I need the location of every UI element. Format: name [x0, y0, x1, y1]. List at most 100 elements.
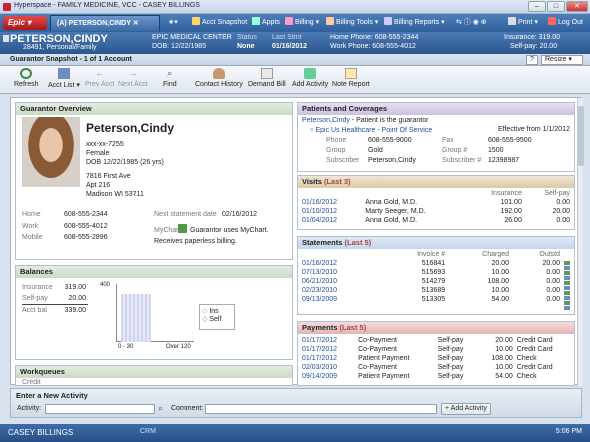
statement-date[interactable]: 06/21/2010 — [300, 277, 381, 286]
billing-reports-button[interactable]: Billing Reports ▾ — [384, 17, 445, 29]
payment-date[interactable]: 01/17/2012 — [300, 336, 356, 345]
statement-date[interactable]: 09/13/2009 — [300, 295, 381, 304]
coverage-effective: Effective from 1/1/2012 — [498, 126, 570, 133]
status-crm[interactable]: CRM — [140, 428, 156, 435]
statement-date[interactable]: 01/16/2012 — [300, 259, 381, 268]
table-row[interactable]: 01/17/2012 Co-Payment Self-pay 10.00 Credit … — [300, 345, 572, 354]
table-row[interactable]: 09/14/2009 Patient Payment Self-pay 54.00 Ch… — [300, 372, 572, 381]
statement-outstanding: 0.00 — [546, 296, 560, 303]
aging-chart — [116, 284, 194, 342]
billing-button[interactable]: Billing ▾ — [285, 17, 319, 29]
acct-snapshot-button[interactable]: Acct Snapshot — [192, 17, 247, 29]
close-button[interactable]: ✕ — [566, 1, 588, 12]
payment-amount: 54.00 — [495, 373, 513, 380]
address-line1: 7816 First Ave — [86, 173, 131, 180]
visit-date[interactable]: 01/04/2012 — [300, 216, 363, 225]
table-row[interactable]: 09/13/2009 513305 54.00 0.00 — [300, 295, 562, 304]
comment-input[interactable] — [205, 404, 437, 414]
coverage-plan-link[interactable]: Epic Us Healthcare - Point Of Service — [315, 127, 432, 134]
coverages-panel: Patients and Coverages Peterson,Cindy - … — [297, 102, 575, 172]
payment-date[interactable]: 02/03/2010 — [300, 363, 356, 372]
appts-button[interactable]: Appts — [252, 17, 280, 29]
coverage-patient-link[interactable]: Peterson,Cindy — [302, 117, 350, 124]
snapshot-content: Guarantor Overview Peterson,Cindy xxx-xx… — [10, 97, 584, 386]
demand-bill-button[interactable]: Demand Bill — [248, 68, 286, 88]
next-acct-button[interactable]: → Next Acct — [118, 68, 148, 88]
table-row[interactable]: 02/03/2010 Co-Payment Self-pay 10.00 Credit … — [300, 363, 572, 372]
payment-date[interactable]: 01/17/2012 — [300, 354, 356, 363]
payment-date[interactable]: 09/14/2009 — [300, 372, 356, 381]
expand-icon[interactable]: ▿ — [310, 127, 314, 134]
statement-charged: 54.00 — [491, 296, 509, 303]
table-row[interactable]: 01/17/2012 Co-Payment Self-pay 20.00 Credit … — [300, 336, 572, 345]
activity-input[interactable] — [45, 404, 155, 414]
note-report-button[interactable]: Note Report — [332, 68, 370, 88]
payment-date[interactable]: 01/17/2012 — [300, 345, 356, 354]
plus-icon: + — [445, 405, 450, 412]
group-label: Group — [326, 147, 346, 154]
insurance-balance-value: 319.00 — [64, 284, 86, 291]
statement-charged: 20.00 — [491, 260, 509, 267]
guarantor-overview-header: Guarantor Overview — [16, 103, 292, 115]
table-row[interactable]: 07/13/2010 515693 10.00 0.00 — [300, 268, 562, 277]
acct-list-button[interactable]: Acct List ▾ — [48, 68, 80, 89]
legend-self: ◇ Self — [202, 315, 232, 323]
guarantor-dob: DOB 12/22/1985 (26 yrs) — [86, 159, 164, 166]
address-line3: Madison WI 53711 — [86, 191, 144, 198]
visit-insurance: 101.00 — [500, 199, 522, 206]
refresh-button[interactable]: Refresh — [14, 68, 39, 88]
maximize-button[interactable]: □ — [547, 1, 565, 12]
epic-menu-button[interactable]: Epic ▾ — [3, 16, 47, 30]
billing-tools-button[interactable]: Billing Tools ▾ — [326, 17, 378, 29]
group-number-label: Group # — [442, 147, 468, 154]
visit-date[interactable]: 01/10/2012 — [300, 207, 363, 216]
statement-date[interactable]: 02/23/2010 — [300, 286, 381, 295]
statements-header-row: Invoice # Charged Outstd — [300, 250, 562, 259]
patient-tab[interactable]: (A) PETERSON,CINDY ✕ — [50, 15, 160, 31]
table-row[interactable]: 06/21/2010 514279 108.00 0.00 — [300, 277, 562, 286]
work-phone-value: 608-555-4012 — [64, 223, 108, 230]
plan-fax: 608-555-9500 — [488, 137, 532, 144]
statement-date[interactable]: 07/13/2010 — [300, 268, 381, 277]
visits-col-insurance: Insurance — [491, 190, 522, 197]
table-row[interactable]: 01/10/2012 Marty Seeger, M.D. 192.00 20.00 — [300, 207, 572, 216]
table-row[interactable]: 01/04/2012 Anna Gold, M.D. 26.00 0.00 — [300, 216, 572, 225]
print-button[interactable]: Print ▾ — [508, 17, 538, 29]
legend-self-label: Self — [209, 316, 222, 323]
add-activity-button[interactable]: Add Activity — [292, 68, 328, 88]
logout-button[interactable]: Log Out — [548, 17, 583, 29]
payments-count: (Last 5) — [339, 323, 367, 332]
scrollbar-thumb[interactable] — [578, 106, 584, 166]
activity-search-icon[interactable]: ⌕ — [158, 403, 163, 414]
payments-header: Payments (Last 5) — [298, 322, 574, 334]
minimize-button[interactable]: – — [528, 1, 546, 12]
contact-history-button[interactable]: Contact History — [195, 68, 243, 88]
payment-source: Self-pay — [437, 346, 464, 353]
statements-panel: Statements (Last 5) Invoice # Charged Outs… — [297, 236, 575, 315]
help-button[interactable]: ? — [526, 55, 538, 65]
table-row[interactable]: 02/23/2010 513689 10.00 0.00 — [300, 286, 562, 295]
table-row[interactable]: 01/16/2012 516841 20.00 20.00 — [300, 259, 562, 268]
subscriber-number: 12398987 — [488, 157, 520, 164]
payment-method: Credit Card — [516, 364, 553, 371]
home-button[interactable]: ★▾ — [168, 17, 178, 29]
workqueues-panel: Workqueues Credit — [15, 365, 293, 386]
table-row[interactable]: 01/17/2012 Patient Payment Self-pay 108.00 C… — [300, 354, 572, 363]
title-bar: Hyperspace - FAMILY MEDICINE, VCC - CASE… — [0, 0, 590, 14]
group-value: Gold — [368, 147, 383, 154]
mychart-icon — [178, 224, 187, 233]
misc-icons[interactable]: ⇆ ⓘ ◉ ⊕ — [456, 17, 487, 29]
last-stmt-value: 01/16/2012 — [272, 43, 308, 50]
find-button[interactable]: ⌕ Find — [163, 68, 177, 88]
content-scrollbar[interactable] — [577, 98, 584, 386]
visit-date[interactable]: 01/16/2012 — [300, 198, 363, 207]
table-row[interactable]: 01/16/2012 Anna Gold, M.D. 101.00 0.00 — [300, 198, 572, 207]
resize-dropdown[interactable]: Resize ▾ — [541, 55, 583, 65]
center-name: EPIC MEDICAL CENTER — [152, 34, 232, 41]
visit-insurance: 192.00 — [500, 208, 522, 215]
guarantor-sex: Female — [86, 150, 110, 157]
add-activity-submit[interactable]: + Add Activity — [441, 403, 491, 415]
plan-phone-label: Phone — [326, 137, 347, 144]
prev-acct-button[interactable]: ← Prev Acct — [85, 68, 115, 88]
statement-outstanding: 0.00 — [546, 287, 560, 294]
